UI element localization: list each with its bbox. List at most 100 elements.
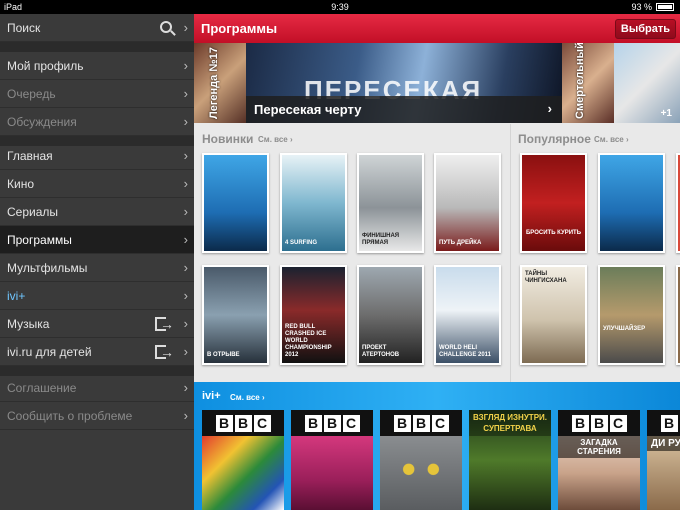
chevron-right-icon: ›	[183, 408, 188, 423]
bbc-logo: BBC	[202, 410, 284, 436]
banner-left-title: Легенда №17	[208, 47, 220, 119]
sidebar-item-home[interactable]: Главная ›	[0, 142, 194, 170]
sidebar-item-label: Программы	[7, 233, 72, 247]
select-button[interactable]: Выбрать	[614, 19, 676, 39]
banner-panel-left[interactable]: Легенда №17	[194, 43, 246, 123]
clock: 9:39	[331, 2, 349, 12]
poster-popular-1[interactable]: БРОСИТЬ КУРИТЬ	[520, 153, 587, 253]
status-bar: iPad 9:39 93 %	[0, 0, 680, 14]
sidebar-item-ivi-plus[interactable]: ivi+ ›	[0, 282, 194, 310]
sidebar-item-label: Сериалы	[7, 205, 59, 219]
ivi-plus-section: ivi+ См. все › BBC BBC BBC ВЗГЛЯД ИЗНУТР…	[194, 382, 680, 510]
sidebar-item-label: ivi+	[7, 289, 26, 303]
ivi-card-3[interactable]: BBC	[380, 410, 462, 510]
poster-caption: В ОТРЫВЕ	[207, 352, 240, 358]
sidebar-item-report-problem[interactable]: Сообщить о проблеме ›	[0, 402, 194, 430]
chevron-right-icon: ›	[183, 176, 188, 191]
featured-banner[interactable]: Легенда №17 ПЕРЕСЕКАЯ Пересекая черту › …	[194, 43, 680, 123]
poster-new-8[interactable]: WORLD HELI CHALLENGE 2011	[434, 265, 501, 365]
poster-caption: ТАЙНЫ ЧИНГИСХАНА	[525, 271, 567, 284]
sidebar-item-queue[interactable]: Очередь ›	[0, 80, 194, 108]
poster-caption: WORLD HELI CHALLENGE 2011	[439, 345, 492, 358]
sidebar-item-cartoons[interactable]: Мультфильмы ›	[0, 254, 194, 282]
see-all-label: См. все	[594, 135, 624, 144]
poster-caption: RED BULL CRASHED ICE WORLD CHAMPIONSHIP …	[285, 324, 332, 358]
see-all-ivi-plus-link[interactable]: См. все ›	[230, 393, 265, 402]
poster-caption: ПРОЕКТ АТЕРТОНОВ	[362, 345, 400, 358]
ivi-card-6[interactable]: BBC ДИ РУКО	[647, 410, 680, 510]
bbc-logo: BBC	[558, 410, 640, 436]
bbc-logo: BBC	[291, 410, 373, 436]
chevron-right-icon: ›	[183, 380, 188, 395]
see-all-new-link[interactable]: См. все ›	[258, 135, 293, 144]
banner-panel-far-right[interactable]: +1	[614, 43, 680, 123]
sidebar-search[interactable]: Поиск ›	[0, 14, 194, 42]
sidebar-item-label: Кино	[7, 177, 34, 191]
poster-caption: УЛУЧШАЙЗЕР	[603, 326, 646, 332]
poster-popular-2[interactable]	[598, 153, 665, 253]
sidebar-item-label: Сообщить о проблеме	[7, 409, 133, 423]
chevron-right-icon: ›	[183, 232, 188, 247]
card-label: ДИ РУКО	[647, 436, 680, 451]
banner-caption[interactable]: Пересекая черту ›	[246, 96, 562, 123]
sidebar-item-agreement[interactable]: Соглашение ›	[0, 374, 194, 402]
sidebar-item-programs[interactable]: Программы ›	[0, 226, 194, 254]
ivi-plus-title: ivi+	[202, 390, 221, 402]
see-all-popular-link[interactable]: См. все ›	[594, 135, 629, 144]
chevron-right-icon: ›	[183, 204, 188, 219]
poster-new-5[interactable]: В ОТРЫВЕ	[202, 265, 269, 365]
ivi-card-1[interactable]: BBC	[202, 410, 284, 510]
banner-right-title: Смертельный	[574, 43, 586, 119]
poster-new-7[interactable]: ПРОЕКТ АТЕРТОНОВ	[357, 265, 424, 365]
ivi-card-4[interactable]: ВЗГЛЯД ИЗНУТРИ. СУПЕРТРАВА	[469, 410, 551, 510]
poster-caption: БРОСИТЬ КУРИТЬ	[525, 230, 582, 236]
sidebar-item-label: Соглашение	[7, 381, 77, 395]
card-label: ЗАГАДКА СТАРЕНИЯ	[558, 436, 640, 458]
poster-popular-4[interactable]: УЛУЧШАЙЗЕР	[598, 265, 665, 365]
poster-popular-6[interactable]	[676, 265, 680, 365]
ivi-card-2[interactable]: BBC	[291, 410, 373, 510]
poster-caption: ФИНИШНАЯ ПРЯМАЯ	[362, 233, 400, 246]
see-all-label: См. все	[230, 393, 260, 402]
card-label: ВЗГЛЯД ИЗНУТРИ. СУПЕРТРАВА	[469, 410, 551, 436]
search-icon[interactable]	[160, 21, 172, 33]
banner-caption-text: Пересекая черту	[254, 102, 362, 117]
sidebar-item-profile[interactable]: Мой профиль ›	[0, 52, 194, 80]
sidebar-item-label: ivi.ru для детей	[7, 345, 92, 359]
sidebar-item-kids[interactable]: ivi.ru для детей → ›	[0, 338, 194, 366]
section-title-popular: Популярное	[518, 132, 591, 146]
bbc-logo: BBC	[380, 410, 462, 436]
sidebar-item-music[interactable]: Музыка → ›	[0, 310, 194, 338]
poster-popular-3[interactable]: ТАЙНЫ ЧИНГИСХАНА	[520, 265, 587, 365]
battery-indicator: 93 %	[631, 0, 674, 14]
battery-percent: 93 %	[631, 2, 652, 12]
poster-new-1[interactable]	[202, 153, 269, 253]
external-link-icon: →	[155, 316, 174, 332]
page-title: Программы	[201, 21, 278, 36]
banner-badge: +1	[660, 108, 672, 119]
sidebar-item-discussions[interactable]: Обсуждения ›	[0, 108, 194, 136]
chevron-right-icon: ›	[183, 20, 188, 35]
sidebar-item-label: Музыка	[7, 317, 50, 331]
bbc-logo: BBC	[647, 410, 680, 436]
sidebar-item-series[interactable]: Сериалы ›	[0, 198, 194, 226]
ivi-card-5[interactable]: BBC ЗАГАДКА СТАРЕНИЯ	[558, 410, 640, 510]
poster-caption: ПУТЬ ДРЕЙКА	[439, 240, 482, 246]
sidebar-item-label: Мультфильмы	[7, 261, 88, 275]
chevron-right-icon: ›	[183, 86, 188, 101]
banner-panel-right[interactable]: Смертельный	[562, 43, 614, 123]
poster-new-3[interactable]: ФИНИШНАЯ ПРЯМАЯ	[357, 153, 424, 253]
poster-new-6[interactable]: RED BULL CRASHED ICE WORLD CHAMPIONSHIP …	[280, 265, 347, 365]
poster-popular-5[interactable]	[676, 153, 680, 253]
sidebar-item-label: Очередь	[7, 87, 56, 101]
main-content: Программы Выбрать Легенда №17 ПЕРЕСЕКАЯ …	[194, 14, 680, 510]
sidebar-item-label: Мой профиль	[7, 59, 84, 73]
sidebar-separator	[0, 42, 194, 52]
poster-new-2[interactable]: 4 SURFING	[280, 153, 347, 253]
chevron-right-icon: ›	[183, 344, 188, 359]
sidebar-item-label: Обсуждения	[7, 115, 77, 129]
poster-new-4[interactable]: ПУТЬ ДРЕЙКА	[434, 153, 501, 253]
chevron-right-icon: ›	[547, 101, 552, 116]
section-divider	[510, 124, 511, 392]
sidebar-item-movies[interactable]: Кино ›	[0, 170, 194, 198]
